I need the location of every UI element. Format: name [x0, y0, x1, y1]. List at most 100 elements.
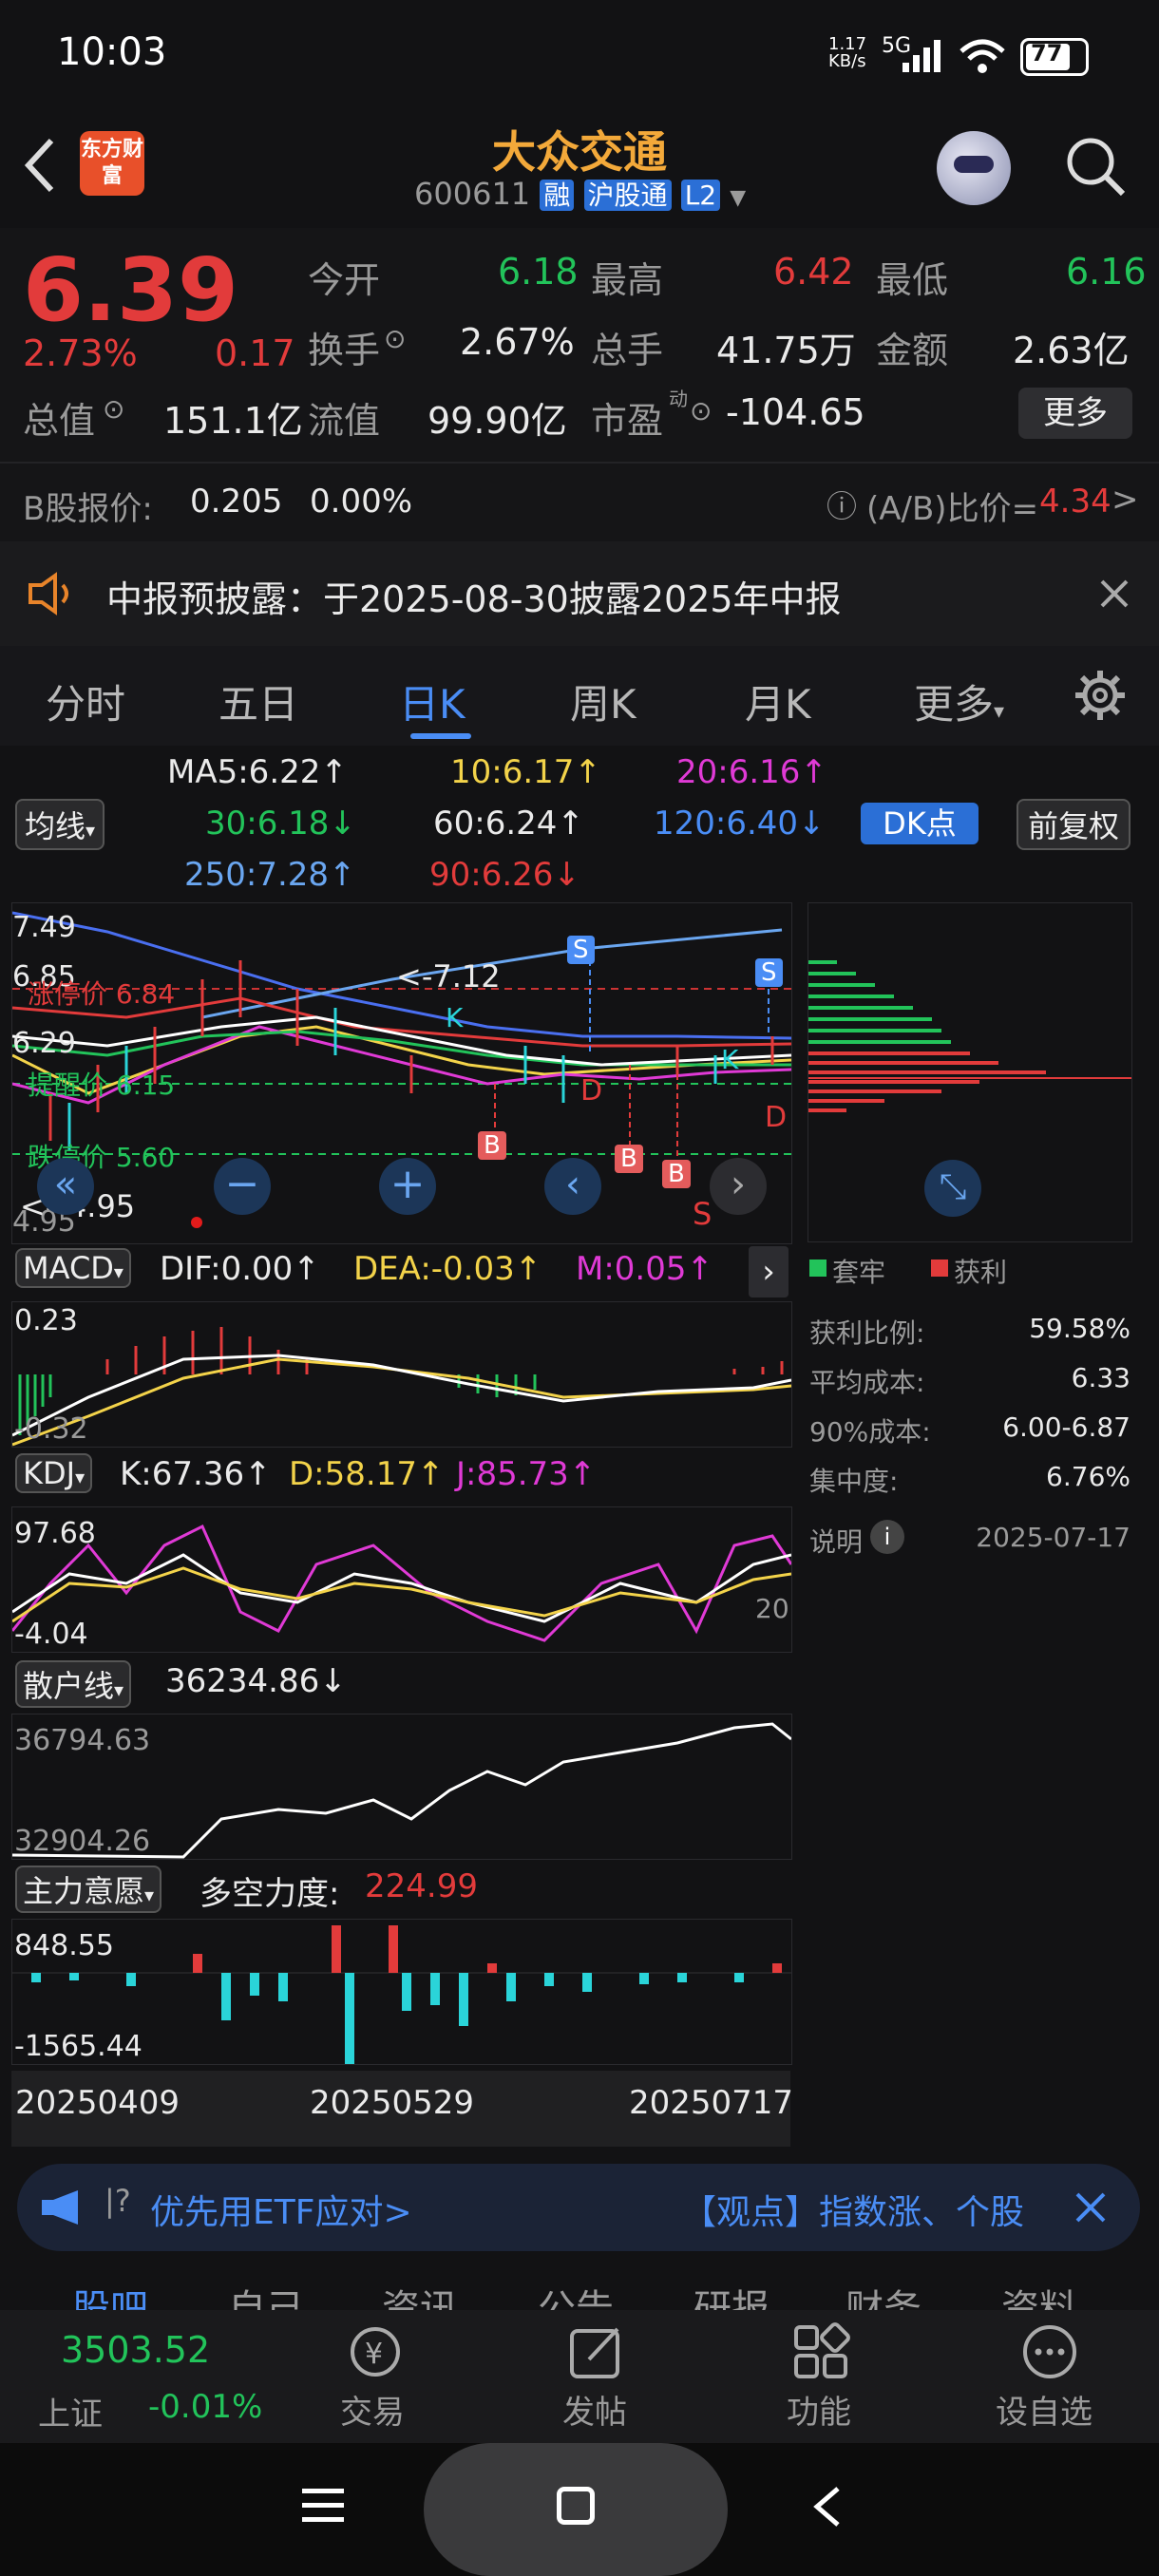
kdj-select[interactable]: KDJ▾: [15, 1453, 93, 1493]
robot-assistant-icon[interactable]: [937, 131, 1011, 205]
high-value: 6.42: [773, 251, 854, 293]
trade-button[interactable]: ¥ 交易: [329, 2321, 420, 2435]
news-right[interactable]: 【观点】指数涨、个股: [682, 2185, 1024, 2234]
function-button[interactable]: 功能: [775, 2321, 866, 2435]
edit-icon: [570, 2327, 619, 2378]
back-nav-icon[interactable]: [811, 2485, 844, 2529]
info-icon[interactable]: ⊙: [384, 323, 406, 354]
tab-daily-k[interactable]: 日K: [399, 672, 466, 730]
kdj-d: D:58.17↑: [289, 1455, 445, 1493]
post-button[interactable]: 发帖: [551, 2321, 642, 2435]
kdj-chart[interactable]: 97.68 -4.04 20: [11, 1506, 792, 1653]
current-dot: [191, 1217, 202, 1228]
adjust-button[interactable]: 前复权: [1016, 799, 1131, 850]
home-icon: [557, 2487, 595, 2525]
expand-icon[interactable]: ⤡: [924, 1160, 981, 1217]
info-icon[interactable]: i: [870, 1520, 904, 1554]
grid-icon: [794, 2322, 850, 2378]
amount-label: 金额: [876, 330, 949, 371]
help-icon[interactable]: ⓘ: [826, 483, 857, 526]
level2-badge: L2: [680, 180, 721, 211]
close-icon[interactable]: [1098, 578, 1130, 610]
search-icon[interactable]: [1062, 133, 1129, 199]
retail-chart[interactable]: 36794.63 32904.26: [11, 1714, 792, 1860]
news-left[interactable]: 优先用ETF应对>: [150, 2185, 412, 2234]
tab-monthly-k[interactable]: 月K: [745, 672, 811, 730]
more-dots-icon: [1023, 2325, 1076, 2378]
explain-label[interactable]: 说明: [809, 1522, 863, 1560]
notice-bar[interactable]: 中报预披露：于2025-08-30披露2025年中报: [0, 541, 1159, 646]
scroll-left-button[interactable]: ‹: [544, 1158, 601, 1215]
kdj-k: K:67.36↑: [120, 1455, 272, 1493]
system-nav-bar: [0, 2443, 1159, 2576]
tab-wuri[interactable]: 五日: [218, 672, 298, 730]
subtab-announcement[interactable]: 公告: [538, 2278, 614, 2310]
sell-marker: S: [755, 958, 783, 987]
b-share-label: B股报价:: [23, 490, 153, 528]
close-icon[interactable]: [1074, 2190, 1108, 2225]
scroll-left-fast-button[interactable]: «: [37, 1158, 94, 1215]
tab-fenshi[interactable]: 分时: [46, 672, 125, 730]
battery-icon: 77: [1020, 38, 1089, 76]
date-axis: 20250409 20250529 20250717: [11, 2071, 793, 2147]
add-watchlist-button[interactable]: 设自选: [988, 2321, 1112, 2435]
retail-select[interactable]: 散户线▾: [15, 1660, 132, 1708]
macd-header: MACD▾ DIF:0.00↑ DEA:-0.03↑ M:0.05↑ ›: [11, 1246, 790, 1297]
more-button[interactable]: 更多: [1018, 388, 1132, 439]
settings-gear-icon[interactable]: [1074, 669, 1127, 722]
macd-chart[interactable]: 0.23 -0.32: [11, 1301, 792, 1448]
subtab-finance[interactable]: 财务: [846, 2278, 922, 2310]
news-ticker[interactable]: |? 优先用ETF应对> 【观点】指数涨、个股: [17, 2164, 1140, 2251]
open-label: 今开: [308, 259, 381, 301]
tab-weekly-k[interactable]: 周K: [570, 672, 636, 730]
main-force-chart[interactable]: 848.55 -1565.44: [11, 1919, 792, 2065]
main-force-select[interactable]: 主力意愿▾: [15, 1866, 162, 1913]
chevron-down-icon[interactable]: ▼: [730, 186, 746, 210]
subtab-news[interactable]: 资讯: [382, 2278, 458, 2310]
ma20-value: 20:6.16↑: [676, 753, 827, 791]
chip-label: 集中度:: [809, 1466, 899, 1497]
home-button[interactable]: [424, 2443, 728, 2576]
status-time: 10:03: [57, 30, 167, 74]
dk-point-button[interactable]: DK点: [861, 803, 978, 844]
ma30-value: 30:6.18↓: [205, 805, 356, 843]
megaphone-icon: [42, 2190, 78, 2225]
macd-y-bottom: -0.32: [14, 1412, 88, 1446]
wifi-icon: [960, 39, 1005, 73]
d-marker: D: [765, 1101, 788, 1134]
stock-header: 东方财富 大众交通 600611 融 沪股通 L2 ▼: [0, 114, 1159, 228]
subtab-guba[interactable]: 股吧: [72, 2278, 148, 2310]
sell-marker: S: [693, 1196, 712, 1232]
chip-label: 获利比例:: [809, 1317, 925, 1349]
alert-price: 提醒价 6.15: [28, 1070, 176, 1101]
kline-chart[interactable]: 7.49 6.85 6.29 4.95 涨停价 6.84 提醒价 6.15 跌停…: [11, 902, 792, 1244]
menu-icon[interactable]: [302, 2487, 344, 2525]
info-icon[interactable]: ⊙: [690, 395, 712, 426]
bottom-toolbar: 3503.52 上证 -0.01% ¥ 交易 发帖 功能 设自选: [0, 2310, 1159, 2443]
scroll-right-button[interactable]: ›: [710, 1158, 767, 1215]
ma-select[interactable]: 均线▾: [15, 799, 105, 850]
zoom-out-button[interactable]: −: [214, 1158, 271, 1215]
kdj-header: KDJ▾ K:67.36↑ D:58.17↑ J:85.73↑: [11, 1451, 790, 1503]
k-marker: K: [446, 1002, 464, 1033]
macd-m: M:0.05↑: [576, 1250, 713, 1288]
chip-distribution-chart[interactable]: ⤡: [808, 902, 1132, 1242]
chevron-right-icon[interactable]: ›: [749, 1246, 788, 1297]
pe-value: -104.65: [726, 391, 865, 433]
ma120-value: 120:6.40↓: [654, 805, 826, 843]
zoom-in-button[interactable]: +: [379, 1158, 436, 1215]
chevron-right-icon[interactable]: >: [1112, 481, 1139, 519]
buy-marker: B: [615, 1145, 643, 1173]
main-force-value: 224.99: [365, 1867, 478, 1905]
chart-tabs: 分时 五日 日K 周K 月K 更多▾: [0, 646, 1159, 746]
subtab-profile[interactable]: 资料: [1001, 2278, 1077, 2310]
index-value[interactable]: 3503.52: [61, 2329, 210, 2371]
chip-value: 6.33: [1071, 1362, 1130, 1393]
info-icon[interactable]: ⊙: [103, 393, 124, 425]
tab-more[interactable]: 更多▾: [914, 672, 1004, 730]
subtab-self[interactable]: 自己: [228, 2278, 304, 2310]
macd-select[interactable]: MACD▾: [15, 1248, 131, 1288]
net-speed: 1.17 KB/s: [828, 34, 867, 71]
subtab-research[interactable]: 研报: [694, 2278, 770, 2310]
main-force-label: 多空力度:: [200, 1875, 340, 1913]
